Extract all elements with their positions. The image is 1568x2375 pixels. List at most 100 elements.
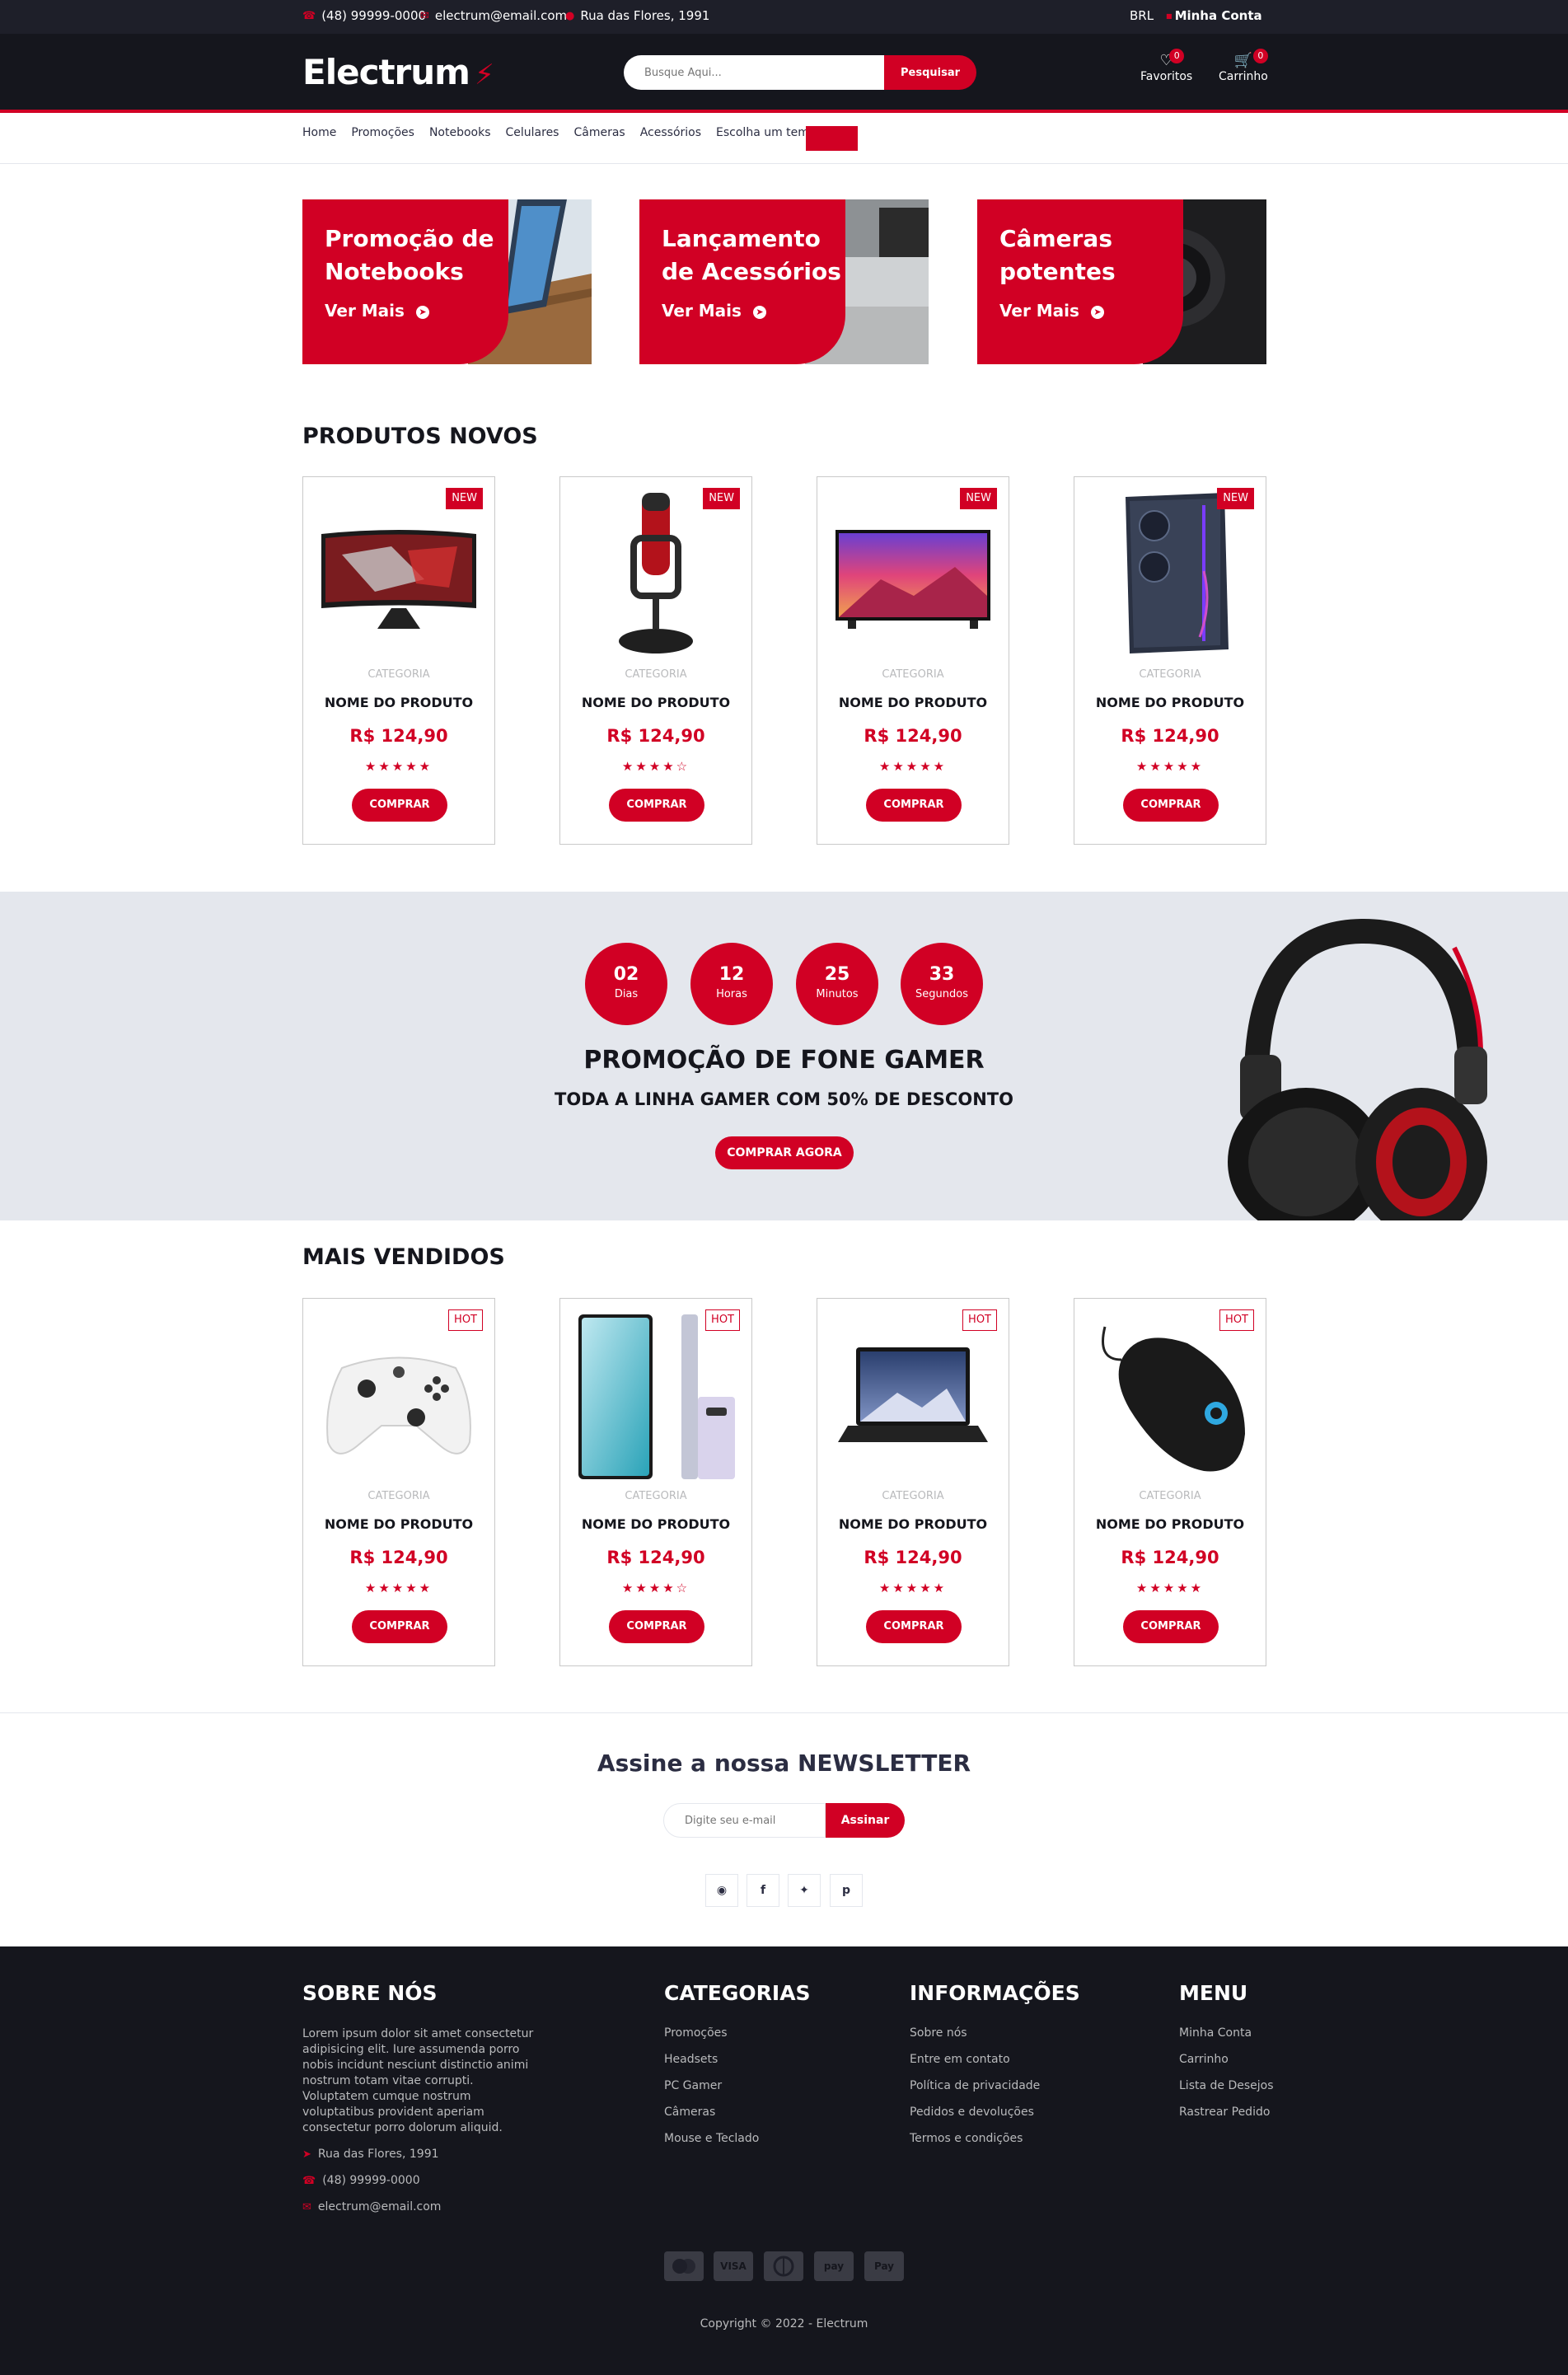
buy-button[interactable]: COMPRAR bbox=[866, 789, 962, 822]
product-card[interactable]: HOT CATEGORIA NOME DO PRODUTO R$ 124,90 … bbox=[302, 1298, 495, 1666]
footer-link[interactable]: PC Gamer bbox=[664, 2079, 811, 2092]
shop-banner-accessories[interactable]: Lançamento de Acessórios Ver Mais ➤ bbox=[639, 199, 929, 364]
product-card[interactable]: HOT CATEGORIA NOME DO PRODUTO R$ 124,90 … bbox=[817, 1298, 1009, 1666]
footer-link[interactable]: Promoções bbox=[664, 2026, 811, 2040]
buy-button[interactable]: COMPRAR bbox=[352, 789, 447, 822]
shop-cta-cameras[interactable]: Ver Mais ➤ bbox=[999, 301, 1104, 321]
shop-banner-cameras[interactable]: Câmeras potentes Ver Mais ➤ bbox=[977, 199, 1266, 364]
search-input[interactable] bbox=[624, 55, 884, 90]
theme-color-swatch[interactable] bbox=[806, 126, 858, 151]
header-email[interactable]: ✉ electrum@email.com bbox=[420, 8, 567, 23]
nav-item-cameras[interactable]: Câmeras bbox=[573, 126, 625, 139]
pinterest-icon[interactable]: p bbox=[830, 1874, 863, 1907]
product-rating: ★★★★★ bbox=[1135, 1581, 1205, 1595]
buy-button[interactable]: COMPRAR bbox=[352, 1610, 447, 1643]
subscribe-button[interactable]: Assinar bbox=[826, 1803, 905, 1838]
footer-link[interactable]: Mouse e Teclado bbox=[664, 2132, 811, 2145]
newsletter-section: Assine a nossa NEWSLETTER Assinar ◉ f ✦ … bbox=[0, 1712, 1568, 1946]
nav-item-celulares[interactable]: Celulares bbox=[506, 126, 559, 139]
hot-badge: HOT bbox=[962, 1309, 997, 1331]
product-name[interactable]: NOME DO PRODUTO bbox=[560, 1516, 751, 1532]
pc-case-image bbox=[1126, 493, 1229, 653]
product-card[interactable]: NEW CATEGORIA NOME DO PRODUTO R$ 124,90 … bbox=[302, 476, 495, 845]
footer-address[interactable]: ➤ Rua das Flores, 1991 bbox=[302, 2148, 541, 2161]
buy-button[interactable]: COMPRAR bbox=[609, 789, 704, 822]
buy-button[interactable]: COMPRAR bbox=[1123, 1610, 1219, 1643]
twitter-icon[interactable]: ✦ bbox=[788, 1874, 821, 1907]
product-name[interactable]: NOME DO PRODUTO bbox=[1074, 695, 1266, 710]
footer-link[interactable]: Termos e condições bbox=[910, 2132, 1080, 2145]
search-button[interactable]: Pesquisar bbox=[884, 55, 976, 90]
newsletter-email-input[interactable] bbox=[663, 1803, 826, 1838]
countdown-days: 02 Dias bbox=[585, 943, 667, 1025]
user-icon: ■ bbox=[1166, 12, 1172, 20]
gamer-headphone-image bbox=[1228, 918, 1487, 1220]
diners-icon bbox=[764, 2251, 803, 2281]
product-name[interactable]: NOME DO PRODUTO bbox=[1074, 1516, 1266, 1532]
product-card[interactable]: HOT CATEGORIA NOME DO PRODUTO R$ 124,90 … bbox=[559, 1298, 752, 1666]
shop-cta-notebooks[interactable]: Ver Mais ➤ bbox=[325, 301, 429, 321]
header-phone[interactable]: ☎ (48) 99999-0000 bbox=[302, 8, 426, 23]
controller-image bbox=[326, 1356, 471, 1455]
top-header: ☎ (48) 99999-0000 ✉ electrum@email.com ● Ru… bbox=[0, 0, 1568, 34]
instagram-icon[interactable]: ◉ bbox=[705, 1874, 738, 1907]
footer-about-title: SOBRE NÓS bbox=[302, 1981, 438, 2005]
footer-link[interactable]: Carrinho bbox=[1179, 2053, 1274, 2066]
microphone-image bbox=[619, 493, 693, 653]
product-card[interactable]: NEW CATEGORIA NOME DO PRODUTO R$ 124,90 … bbox=[1074, 476, 1266, 845]
footer-email[interactable]: ✉ electrum@email.com bbox=[302, 2200, 541, 2213]
hot-badge: HOT bbox=[705, 1309, 740, 1331]
product-price: R$ 124,90 bbox=[1121, 1548, 1219, 1567]
footer-about-text: Lorem ipsum dolor sit amet consectetur a… bbox=[302, 2027, 534, 2134]
footer-link[interactable]: Headsets bbox=[664, 2053, 811, 2066]
envelope-icon: ✉ bbox=[420, 9, 429, 22]
facebook-icon[interactable]: f bbox=[747, 1874, 779, 1907]
amazon-pay-icon: pay bbox=[814, 2251, 854, 2281]
product-category: CATEGORIA bbox=[625, 668, 687, 681]
shop-banner-notebooks[interactable]: Promoção de Notebooks Ver Mais ➤ bbox=[302, 199, 592, 364]
footer-link[interactable]: Política de privacidade bbox=[910, 2079, 1080, 2092]
product-category: CATEGORIA bbox=[1139, 1490, 1201, 1502]
product-name[interactable]: NOME DO PRODUTO bbox=[817, 695, 1009, 710]
product-price: R$ 124,90 bbox=[606, 726, 705, 746]
buy-now-button[interactable]: COMPRAR AGORA bbox=[715, 1136, 854, 1169]
footer-info-title: INFORMAÇÕES bbox=[910, 1981, 1080, 2005]
curved-monitor-image bbox=[321, 530, 476, 629]
buy-button[interactable]: COMPRAR bbox=[866, 1610, 962, 1643]
shop-cta-accessories[interactable]: Ver Mais ➤ bbox=[662, 301, 766, 321]
buy-button[interactable]: COMPRAR bbox=[609, 1610, 704, 1643]
footer-menu: MENU Minha Conta Carrinho Lista de Desej… bbox=[1179, 1981, 1274, 2132]
account-link[interactable]: ■ Minha Conta bbox=[1166, 8, 1262, 23]
footer-link[interactable]: Rastrear Pedido bbox=[1179, 2106, 1274, 2119]
nav-item-notebooks[interactable]: Notebooks bbox=[429, 126, 491, 139]
footer-link[interactable]: Lista de Desejos bbox=[1179, 2079, 1274, 2092]
section-title-new-products: PRODUTOS NOVOS bbox=[302, 424, 538, 449]
footer-link[interactable]: Câmeras bbox=[664, 2106, 811, 2119]
cart-button[interactable]: 🛒 Carrinho 0 bbox=[1219, 49, 1268, 83]
product-card[interactable]: NEW CATEGORIA NOME DO PRODUTO R$ 124,90 … bbox=[817, 476, 1009, 845]
product-name[interactable]: NOME DO PRODUTO bbox=[303, 1516, 494, 1532]
product-card[interactable]: HOT CATEGORIA NOME DO PRODUTO R$ 124,90 … bbox=[1074, 1298, 1266, 1666]
footer-phone[interactable]: ☎ (48) 99999-0000 bbox=[302, 2174, 541, 2187]
visa-icon: VISA bbox=[714, 2251, 753, 2281]
nav-item-home[interactable]: Home bbox=[302, 126, 336, 139]
favorites-button[interactable]: ♡ Favoritos 0 bbox=[1140, 49, 1192, 83]
footer-link[interactable]: Pedidos e devoluções bbox=[910, 2106, 1080, 2119]
nav-item-acessorios[interactable]: Acessórios bbox=[640, 126, 701, 139]
new-badge: NEW bbox=[446, 488, 483, 509]
footer-link[interactable]: Minha Conta bbox=[1179, 2026, 1274, 2040]
header-address[interactable]: ● Rua das Flores, 1991 bbox=[565, 8, 709, 23]
footer: SOBRE NÓS Lorem ipsum dolor sit amet con… bbox=[0, 1946, 1568, 2375]
product-name[interactable]: NOME DO PRODUTO bbox=[560, 695, 751, 710]
logo[interactable]: Electrum ⚡ bbox=[302, 52, 494, 92]
footer-link[interactable]: Sobre nós bbox=[910, 2026, 1080, 2040]
product-name[interactable]: NOME DO PRODUTO bbox=[303, 695, 494, 710]
product-name[interactable]: NOME DO PRODUTO bbox=[817, 1516, 1009, 1532]
currency-selector[interactable]: BRL bbox=[1130, 8, 1154, 23]
nav-item-promocoes[interactable]: Promoções bbox=[351, 126, 414, 139]
smartphone-image bbox=[578, 1314, 735, 1479]
product-card[interactable]: NEW CATEGORIA NOME DO PRODUTO R$ 124,90 … bbox=[559, 476, 752, 845]
footer-link[interactable]: Entre em contato bbox=[910, 2053, 1080, 2066]
buy-button[interactable]: COMPRAR bbox=[1123, 789, 1219, 822]
nav-item-theme[interactable]: Escolha um tema bbox=[716, 126, 816, 139]
